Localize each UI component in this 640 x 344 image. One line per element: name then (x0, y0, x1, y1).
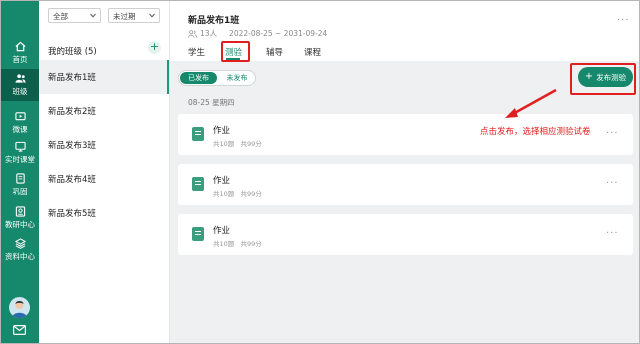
quiz-title: 作业 (213, 226, 231, 236)
quiz-more-button[interactable]: ··· (606, 128, 619, 139)
add-class-button[interactable]: + (148, 41, 161, 54)
course-header: 新品发布1班 13人 2022-08-25 ~ 2031-09-24 ··· 学… (170, 1, 639, 62)
course-meta: 13人 2022-08-25 ~ 2031-09-24 (188, 28, 327, 39)
avatar[interactable] (9, 297, 30, 318)
layers-icon (14, 238, 26, 249)
live-icon (14, 141, 26, 152)
quiz-total-score: 共99分 (240, 240, 262, 248)
quiz-meta: 共10题 共99分 (213, 188, 262, 198)
scope-select[interactable]: 全部 (48, 8, 101, 23)
mail-icon[interactable] (13, 325, 26, 335)
nav-label: 班级 (12, 87, 28, 96)
doc-icon (15, 173, 25, 184)
nav-label: 资料中心 (5, 252, 35, 261)
status-select-value: 未过期 (113, 12, 136, 21)
class-panel: 全部 未过期 我的班级 (5) + 新品发布1班 新品发布2班 新品发布3班 新… (39, 1, 170, 343)
publish-quiz-label: 发布测验 (596, 72, 627, 82)
class-item[interactable]: 新品发布1班 (39, 60, 169, 94)
segment-unpublished[interactable]: 未发布 (219, 72, 255, 84)
nav-item-live[interactable]: 实时课堂 (1, 137, 39, 169)
quiz-total-score: 共99分 (240, 190, 262, 198)
research-icon (15, 206, 25, 217)
plus-icon: + (584, 71, 594, 82)
chevron-down-icon (90, 13, 96, 18)
tab-tutoring[interactable]: 辅导 (266, 46, 283, 58)
class-item[interactable]: 新品发布5班 (39, 196, 169, 230)
nav-item-resources[interactable]: 资料中心 (1, 234, 39, 266)
chevron-down-icon (149, 13, 155, 18)
class-item[interactable]: 新品发布2班 (39, 94, 169, 128)
quiz-meta: 共10题 共99分 (213, 238, 262, 248)
class-item-label: 新品发布3班 (48, 141, 96, 151)
home-icon (15, 41, 25, 52)
nav-label: 教研中心 (5, 220, 35, 229)
tab-students[interactable]: 学生 (188, 46, 205, 58)
publish-status-toggle[interactable]: 已发布 未发布 (178, 70, 256, 86)
quiz-more-button[interactable]: ··· (606, 178, 619, 189)
tab-highlight-box (221, 41, 250, 62)
user-avatar-icon (12, 301, 27, 318)
class-item-label: 新品发布5班 (48, 209, 96, 219)
class-item-label: 新品发布4班 (48, 175, 96, 185)
nav-item-consolidate[interactable]: 巩固 (1, 169, 39, 201)
class-item-label: 新品发布2班 (48, 107, 96, 117)
tab-course[interactable]: 课程 (304, 46, 321, 58)
document-icon (192, 127, 204, 141)
nav-item-research[interactable]: 教研中心 (1, 202, 39, 234)
scope-select-value: 全部 (53, 12, 68, 21)
quiz-title: 作业 (213, 126, 231, 136)
annotation-text: 点击发布，选择相应测验试卷 (480, 127, 591, 137)
nav-label: 微课 (12, 125, 28, 134)
nav-rail: 首页 班级 微课 实时课堂 巩固 教研中心 资料中心 (1, 1, 39, 343)
more-button[interactable]: ··· (617, 15, 630, 26)
quiz-question-count: 共10题 (213, 240, 235, 248)
quiz-question-count: 共10题 (213, 190, 235, 198)
nav-label: 巩固 (12, 187, 28, 196)
quiz-card[interactable]: 作业 共10题 共99分 ··· (178, 164, 633, 205)
video-icon (14, 112, 26, 121)
quiz-total-score: 共99分 (240, 140, 262, 148)
quiz-more-button[interactable]: ··· (606, 228, 619, 239)
quiz-meta: 共10题 共99分 (213, 138, 262, 148)
nav-item-class[interactable]: 班级 (1, 69, 39, 101)
people-icon (14, 74, 26, 83)
nav-item-home[interactable]: 首页 (1, 37, 39, 69)
class-item[interactable]: 新品发布3班 (39, 128, 169, 162)
nav-label: 首页 (12, 55, 28, 64)
document-icon (192, 227, 204, 241)
annotation-arrow-icon (505, 88, 557, 118)
segment-published[interactable]: 已发布 (180, 72, 217, 84)
member-count: 13人 (200, 29, 218, 38)
status-select[interactable]: 未过期 (108, 8, 160, 23)
document-icon (192, 177, 204, 191)
nav-label: 实时课堂 (5, 155, 35, 164)
page-title: 新品发布1班 (188, 16, 240, 26)
date-group-label: 08-25 星期四 (188, 98, 235, 107)
class-item-label: 新品发布1班 (48, 73, 96, 83)
class-item[interactable]: 新品发布4班 (39, 162, 169, 196)
nav-item-microcourse[interactable]: 微课 (1, 107, 39, 139)
people-icon (188, 29, 197, 38)
quiz-title: 作业 (213, 176, 231, 186)
quiz-card[interactable]: 作业 共10题 共99分 ··· (178, 214, 633, 255)
class-list-title: 我的班级 (5) (48, 47, 97, 57)
publish-quiz-button[interactable]: + 发布测验 (578, 67, 633, 87)
quiz-question-count: 共10题 (213, 140, 235, 148)
course-dates: 2022-08-25 ~ 2031-09-24 (229, 29, 328, 38)
main-content: 新品发布1班 13人 2022-08-25 ~ 2031-09-24 ··· 学… (170, 1, 639, 343)
